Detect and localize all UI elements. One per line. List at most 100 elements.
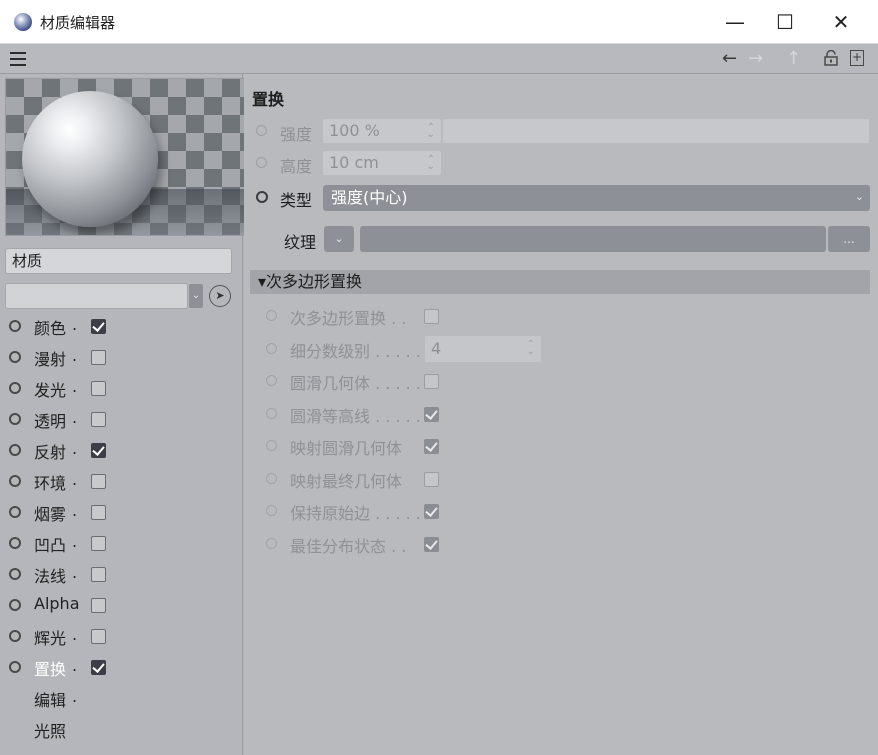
- channel-radio[interactable]: [9, 537, 21, 549]
- minimize-button[interactable]: —: [712, 6, 758, 38]
- chevron-down-icon[interactable]: ⌄: [189, 284, 203, 308]
- subpoly-radio[interactable]: [266, 310, 277, 321]
- channel-radio[interactable]: [9, 351, 21, 363]
- channel-row[interactable]: 环境.: [0, 465, 243, 496]
- subpoly-checkbox[interactable]: [424, 439, 439, 454]
- channel-radio[interactable]: [9, 475, 21, 487]
- channel-label: 透明: [34, 412, 67, 431]
- toolbar: ← → ↑ +: [0, 44, 878, 74]
- channel-radio[interactable]: [9, 413, 21, 425]
- material-name-field[interactable]: 材质: [5, 248, 232, 274]
- channel-checkbox[interactable]: [91, 598, 106, 613]
- close-button[interactable]: ✕: [818, 6, 864, 38]
- channel-checkbox[interactable]: [91, 629, 106, 644]
- subdivision-input[interactable]: 4 ⌃ ⌄: [425, 335, 541, 362]
- channel-extra-row[interactable]: 编辑.: [0, 682, 243, 713]
- up-arrow-icon[interactable]: ↑: [786, 48, 801, 70]
- channel-radio[interactable]: [9, 630, 21, 642]
- subpoly-radio[interactable]: [266, 537, 277, 549]
- channel-row[interactable]: 反射.: [0, 434, 243, 465]
- strength-slider[interactable]: [443, 119, 869, 143]
- channel-checkbox[interactable]: [91, 660, 106, 675]
- channel-row[interactable]: 辉光.: [0, 620, 243, 651]
- subpoly-checkbox[interactable]: [424, 504, 439, 519]
- channel-checkbox[interactable]: [91, 443, 106, 458]
- spinner-icon[interactable]: ⌃ ⌄: [427, 155, 435, 172]
- texture-more-button[interactable]: ...: [828, 226, 870, 252]
- channel-row[interactable]: 颜色.: [0, 310, 243, 341]
- subpoly-radio[interactable]: [266, 407, 277, 419]
- subpoly-radio[interactable]: [266, 505, 277, 516]
- back-arrow-icon[interactable]: ←: [722, 48, 737, 70]
- channel-row[interactable]: 烟雾.: [0, 496, 243, 527]
- channel-dots: .: [72, 439, 78, 458]
- subpoly-radio[interactable]: [266, 472, 277, 484]
- material-preview[interactable]: [5, 78, 245, 236]
- type-dropdown[interactable]: 强度(中心) ⌄: [323, 185, 870, 211]
- spinner-icon[interactable]: ⌃ ⌄: [527, 339, 535, 356]
- channel-radio[interactable]: [9, 661, 21, 673]
- strength-input[interactable]: 100 % ⌃ ⌄: [323, 119, 441, 143]
- channel-checkbox[interactable]: [91, 567, 106, 582]
- channel-checkbox[interactable]: [91, 505, 106, 520]
- preview-sphere: [22, 91, 158, 227]
- channel-row[interactable]: 发光.: [0, 372, 243, 403]
- channel-label: 置换: [34, 660, 67, 679]
- channel-checkbox[interactable]: [91, 319, 106, 334]
- layer-select[interactable]: [5, 283, 188, 309]
- channel-radio[interactable]: [9, 444, 21, 456]
- strength-row: 强度 100 % ⌃ ⌄: [244, 117, 878, 145]
- channel-checkbox[interactable]: [91, 412, 106, 427]
- subpoly-option-row: 圆滑等高线 . . . . .: [244, 399, 878, 427]
- type-radio[interactable]: [256, 191, 268, 203]
- subpoly-radio[interactable]: [266, 440, 277, 451]
- channel-extra-row[interactable]: 光照: [0, 713, 243, 744]
- channel-checkbox[interactable]: [91, 381, 106, 396]
- channel-label: 颜色: [34, 319, 67, 338]
- channel-radio[interactable]: [9, 320, 21, 332]
- subpoly-radio[interactable]: [266, 375, 277, 386]
- channel-row[interactable]: 漫射.: [0, 341, 243, 372]
- new-window-icon[interactable]: +: [850, 50, 864, 66]
- subpoly-radio[interactable]: [266, 342, 277, 354]
- pick-arrow-icon[interactable]: ➤: [209, 285, 231, 307]
- maximize-button[interactable]: ☐: [762, 6, 808, 38]
- channel-dots: .: [72, 408, 78, 427]
- lock-icon[interactable]: [824, 49, 838, 66]
- channel-label: 环境: [34, 474, 67, 493]
- subpoly-checkbox[interactable]: [424, 536, 439, 552]
- channel-radio[interactable]: [9, 506, 21, 518]
- texture-menu-button[interactable]: ⌄: [324, 226, 354, 252]
- subpoly-option-row: 映射最终几何体: [244, 464, 878, 492]
- channel-radio[interactable]: [9, 568, 21, 580]
- strength-radio[interactable]: [256, 125, 267, 136]
- title-bar: 材质编辑器 — ☐ ✕: [0, 0, 878, 44]
- subpoly-checkbox[interactable]: [424, 374, 439, 389]
- texture-field[interactable]: [360, 226, 826, 252]
- channel-row[interactable]: 透明.: [0, 403, 243, 434]
- subpoly-option-row: 最佳分布状态 . .: [244, 529, 878, 557]
- channel-row[interactable]: 凹凸.: [0, 527, 243, 558]
- channel-checkbox[interactable]: [91, 350, 106, 365]
- subpoly-label: 圆滑几何体 . . . . .: [290, 374, 421, 393]
- height-input[interactable]: 10 cm ⌃ ⌄: [323, 151, 441, 175]
- channel-row[interactable]: Alpha: [0, 589, 243, 620]
- channel-radio[interactable]: [9, 599, 21, 611]
- channel-radio[interactable]: [9, 382, 21, 394]
- height-row: 高度 10 cm ⌃ ⌄: [244, 149, 878, 177]
- window-title: 材质编辑器: [40, 14, 116, 32]
- subpoly-checkbox[interactable]: [424, 471, 439, 487]
- subpoly-option-row: 保持原始边 . . . . .: [244, 496, 878, 524]
- channel-row[interactable]: 置换.: [0, 651, 243, 682]
- subpoly-option-row: 次多边形置换 . .: [244, 301, 878, 329]
- channel-row[interactable]: 法线.: [0, 558, 243, 589]
- subpoly-checkbox[interactable]: [424, 309, 439, 324]
- subpoly-checkbox[interactable]: [424, 406, 439, 422]
- channel-checkbox[interactable]: [91, 536, 106, 551]
- subpoly-group-header[interactable]: ▾次多边形置换: [250, 270, 870, 294]
- forward-arrow-icon[interactable]: →: [748, 48, 763, 70]
- spinner-icon[interactable]: ⌃ ⌄: [427, 123, 435, 140]
- menu-icon[interactable]: [10, 52, 26, 66]
- height-radio[interactable]: [256, 157, 267, 168]
- channel-checkbox[interactable]: [91, 474, 106, 489]
